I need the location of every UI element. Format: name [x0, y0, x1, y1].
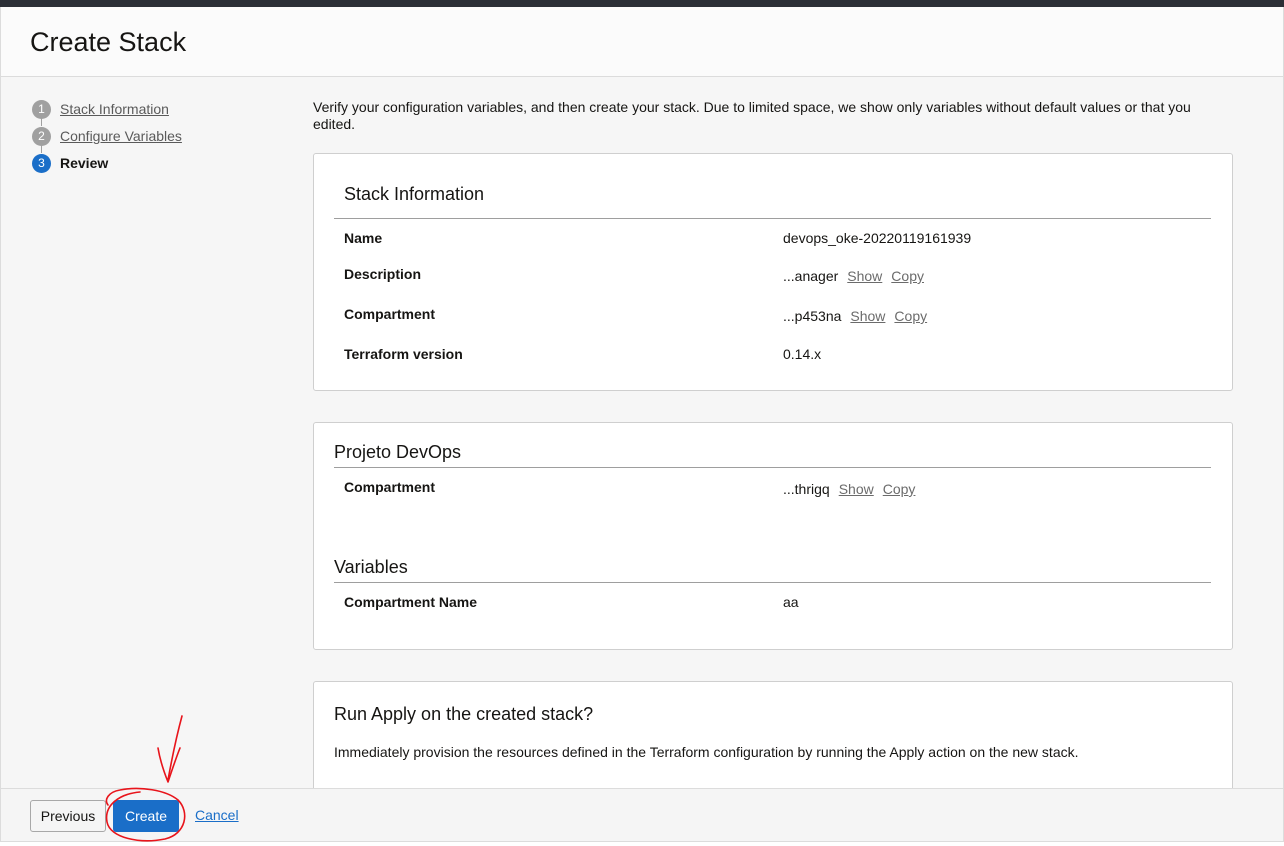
step-review-label: Review: [60, 155, 109, 171]
top-bar: [0, 0, 1284, 7]
field-label-compartment-name: Compartment Name: [344, 594, 478, 610]
stack-information-card: Stack Information Name devops_oke-202201…: [313, 153, 1233, 391]
card-title: Stack Information: [344, 184, 485, 204]
projeto-compartment-show-link[interactable]: Show: [839, 481, 874, 497]
create-button[interactable]: Create: [113, 800, 179, 832]
previous-button[interactable]: Previous: [30, 800, 106, 832]
step-configure-variables[interactable]: 2 Configure Variables: [32, 126, 252, 146]
field-value-name: devops_oke-20220119161939: [783, 230, 972, 246]
section-title-variables: Variables: [334, 557, 408, 577]
page-title: Create Stack: [30, 27, 187, 57]
description-show-link[interactable]: Show: [847, 268, 882, 284]
projeto-compartment-copy-link[interactable]: Copy: [883, 481, 916, 497]
step-number: 1: [32, 99, 51, 119]
field-value-compartment-name: aa: [783, 594, 799, 610]
cancel-link[interactable]: Cancel: [195, 807, 239, 823]
step-connector: [41, 118, 42, 126]
projeto-devops-card: Projeto DevOps Compartment ...thrigq Show…: [313, 422, 1233, 650]
field-value-description: ...anager Show Copy: [783, 268, 924, 284]
step-connector: [41, 145, 42, 153]
field-label-compartment: Compartment: [344, 306, 436, 322]
field-value-terraform-version: 0.14.x: [783, 346, 822, 362]
main-content: 1 Stack Information 2 Configure Variable…: [0, 77, 1284, 788]
field-label-description: Description: [344, 266, 422, 282]
step-number: 2: [32, 126, 51, 146]
step-stack-information-link[interactable]: Stack Information: [60, 101, 169, 117]
step-stack-information[interactable]: 1 Stack Information: [32, 99, 252, 119]
review-intro-text: Verify your configuration variables, and…: [313, 99, 1191, 132]
field-value-compartment: ...thrigq Show Copy: [783, 481, 915, 497]
description-copy-link[interactable]: Copy: [891, 268, 924, 284]
description-value: ...anager: [783, 268, 839, 284]
run-apply-title: Run Apply on the created stack?: [334, 704, 594, 724]
compartment-copy-link[interactable]: Copy: [894, 308, 927, 324]
page-header: Create Stack: [0, 7, 1284, 77]
field-value-compartment: ...p453na Show Copy: [783, 308, 927, 324]
projeto-compartment-value: ...thrigq: [783, 481, 830, 497]
divider: [334, 218, 1211, 219]
field-label-terraform-version: Terraform version: [344, 346, 463, 362]
field-label-name: Name: [344, 230, 383, 246]
compartment-value: ...p453na: [783, 308, 842, 324]
step-configure-variables-link[interactable]: Configure Variables: [60, 128, 182, 144]
divider: [334, 467, 1211, 468]
wizard-footer: Previous Create Cancel: [0, 788, 1284, 842]
section-title-projeto-devops: Projeto DevOps: [334, 442, 462, 462]
field-label-compartment: Compartment: [344, 479, 436, 495]
step-number: 3: [32, 153, 51, 173]
run-apply-card: Run Apply on the created stack? Immediat…: [313, 681, 1233, 788]
compartment-show-link[interactable]: Show: [850, 308, 885, 324]
run-apply-description: Immediately provision the resources defi…: [334, 744, 1079, 760]
divider: [334, 582, 1211, 583]
step-review: 3 Review: [32, 153, 252, 173]
